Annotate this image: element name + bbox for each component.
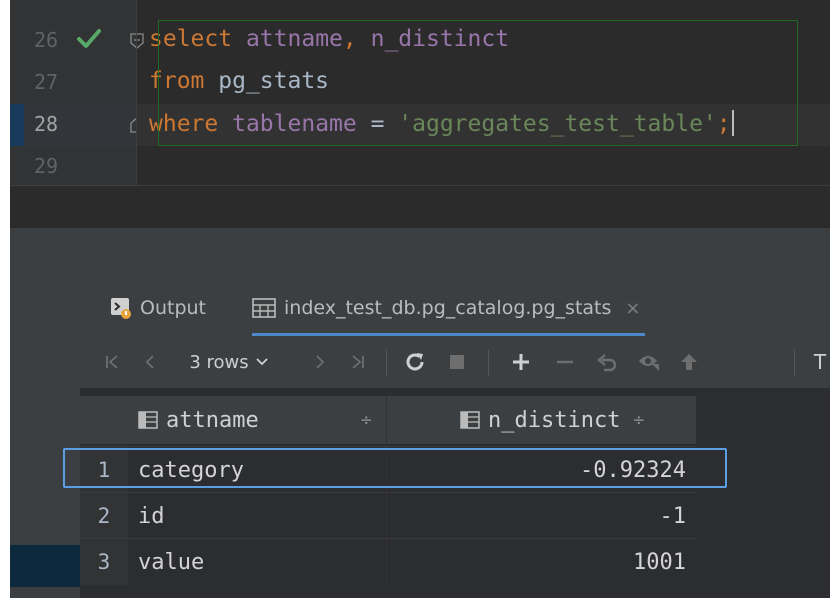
output-console-icon (111, 298, 131, 319)
line-number: 28 (34, 112, 59, 136)
revert-icon[interactable] (592, 336, 622, 388)
close-icon[interactable]: × (625, 298, 640, 319)
table-row[interactable]: 2 id -1 (80, 492, 696, 539)
last-page-icon[interactable] (346, 336, 370, 388)
toolbar-separator (794, 350, 795, 376)
column-separator (386, 396, 387, 444)
truncated-toolbar-item[interactable]: T (810, 336, 830, 388)
table-grid-icon (252, 298, 276, 318)
sidebar-selection[interactable] (10, 545, 80, 587)
text-cursor (731, 110, 734, 136)
table-row[interactable]: 1 category -0.92324 (80, 446, 696, 493)
delete-row-icon[interactable] (550, 336, 580, 388)
services-tool-window: Output index_test_db.pg_catalog.pg_stats… (10, 228, 830, 598)
sql-editor[interactable]: 26 27 28 29 select attname, n_distinct f… (10, 0, 830, 229)
submit-arrow-up-icon[interactable] (674, 336, 704, 388)
code-line-29[interactable] (137, 146, 830, 188)
preview-changes-icon[interactable] (634, 336, 664, 388)
stop-icon[interactable] (442, 336, 472, 388)
column-header-label: n_distinct (488, 407, 621, 433)
line-number: 26 (34, 28, 59, 52)
tool-window-header (10, 228, 830, 280)
refresh-icon[interactable] (398, 336, 432, 388)
row-number: 1 (80, 447, 128, 493)
cell-n-distinct[interactable]: -0.92324 (396, 447, 686, 493)
code-text: from pg_stats (149, 68, 330, 94)
editor-gutter: 26 27 28 29 (10, 0, 144, 188)
chevron-down-icon (256, 358, 268, 366)
gutter-line-28: 28 (10, 104, 144, 146)
code-area[interactable]: select attname, n_distinct from pg_stats… (137, 0, 830, 185)
gutter-line-27: 27 (10, 62, 136, 104)
tab-label: Output (140, 297, 206, 319)
column-icon (460, 411, 480, 429)
rows-count-dropdown[interactable]: 3 rows (174, 336, 284, 388)
editor-empty-area (10, 185, 830, 229)
column-separator (386, 539, 387, 585)
sort-icon[interactable]: ÷ (632, 411, 645, 429)
tab-pg-stats[interactable]: index_test_db.pg_catalog.pg_stats × (252, 280, 645, 336)
tab-output[interactable]: Output (110, 280, 206, 336)
cell-attname[interactable]: value (138, 539, 378, 585)
column-header-n-distinct[interactable]: n_distinct ÷ (460, 396, 690, 444)
code-line-27[interactable]: from pg_stats (137, 62, 830, 104)
add-row-icon[interactable] (504, 336, 538, 388)
table-row[interactable]: 3 value 1001 (80, 538, 696, 585)
results-grid[interactable]: attname ÷ n_distinct ÷ 1 category -0.923… (80, 396, 830, 598)
column-separator (386, 447, 387, 493)
code-line-26[interactable]: select attname, n_distinct (137, 20, 830, 62)
code-line-28[interactable]: where tablename = 'aggregates_test_table… (137, 104, 830, 146)
cell-n-distinct[interactable]: 1001 (396, 539, 686, 585)
grid-header: attname ÷ n_distinct ÷ (80, 396, 696, 444)
cell-attname[interactable]: category (138, 447, 378, 493)
result-tabs: Output index_test_db.pg_catalog.pg_stats… (80, 280, 830, 337)
row-number: 2 (80, 493, 128, 539)
toolbar-separator (386, 350, 387, 376)
truncated-label: T (813, 350, 827, 374)
rows-count-label: 3 rows (189, 351, 249, 373)
line-number: 29 (34, 154, 59, 178)
gutter-line-29: 29 (10, 146, 136, 188)
code-text: where tablename = 'aggregates_test_table… (149, 110, 734, 137)
sort-icon[interactable]: ÷ (360, 411, 373, 429)
tool-window-sidebar (10, 280, 80, 598)
check-icon (77, 29, 101, 48)
column-header-attname[interactable]: attname ÷ (138, 396, 378, 444)
code-text: select attname, n_distinct (149, 26, 510, 52)
first-page-icon[interactable] (100, 336, 124, 388)
next-page-icon[interactable] (308, 336, 332, 388)
previous-page-icon[interactable] (138, 336, 162, 388)
column-icon (138, 411, 158, 429)
gutter-line-26: 26 (10, 20, 144, 62)
column-header-label: attname (166, 407, 259, 433)
line-number: 27 (34, 70, 59, 94)
column-separator (386, 493, 387, 539)
row-number: 3 (80, 539, 128, 585)
cell-n-distinct[interactable]: -1 (396, 493, 687, 539)
current-line-marker (10, 104, 24, 146)
tab-label: index_test_db.pg_catalog.pg_stats (284, 297, 612, 319)
cell-attname[interactable]: id (138, 493, 378, 539)
toolbar-separator (488, 350, 489, 376)
result-toolbar: 3 rows T (80, 336, 830, 388)
